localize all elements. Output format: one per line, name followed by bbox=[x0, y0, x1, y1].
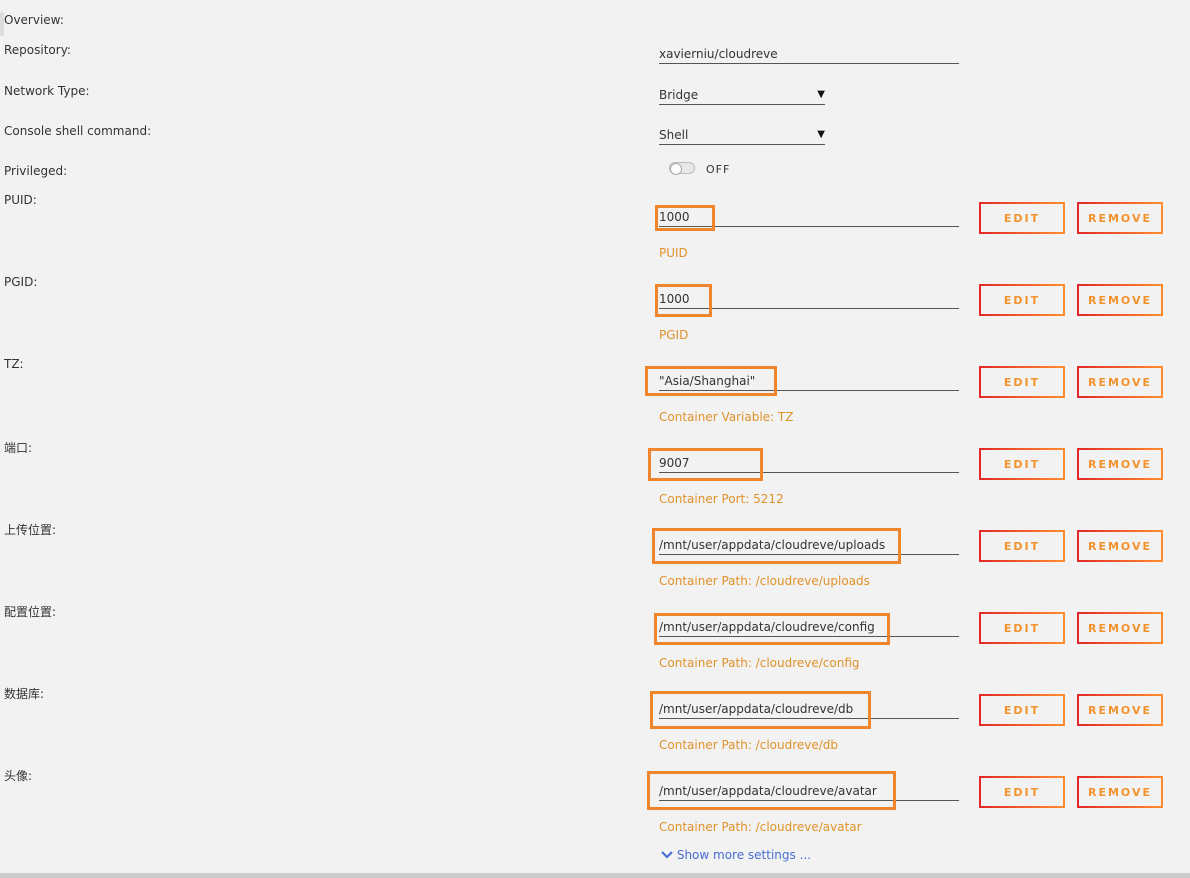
repository-input[interactable]: xavierniu/cloudreve bbox=[659, 47, 959, 64]
chevron-down-icon bbox=[661, 851, 673, 859]
edit-button[interactable]: EDIT bbox=[979, 284, 1065, 316]
row-sublabel: PUID bbox=[659, 246, 688, 260]
row-sublabel: Container Path: /cloudreve/config bbox=[659, 656, 860, 670]
row-label: PUID: bbox=[4, 193, 37, 207]
row-label: 数据库: bbox=[4, 687, 45, 701]
console-select[interactable]: Shell ▼ bbox=[659, 128, 825, 145]
remove-button[interactable]: REMOVE bbox=[1077, 530, 1163, 562]
remove-button[interactable]: REMOVE bbox=[1077, 776, 1163, 808]
remove-button[interactable]: REMOVE bbox=[1077, 202, 1163, 234]
highlight-box bbox=[652, 528, 901, 564]
row-sublabel: Container Port: 5212 bbox=[659, 492, 784, 506]
row-label: 头像: bbox=[4, 769, 33, 783]
remove-button[interactable]: REMOVE bbox=[1077, 284, 1163, 316]
row-sublabel: PGID bbox=[659, 328, 689, 342]
row-sublabel: Container Path: /cloudreve/uploads bbox=[659, 574, 870, 588]
row-label: PGID: bbox=[4, 275, 38, 289]
edit-button[interactable]: EDIT bbox=[979, 366, 1065, 398]
toggle-knob bbox=[670, 163, 682, 175]
highlight-box bbox=[647, 771, 896, 810]
overview-label: Overview: bbox=[4, 13, 64, 27]
highlight-box bbox=[648, 448, 763, 481]
console-label: Console shell command: bbox=[4, 124, 152, 138]
row-label: 端口: bbox=[4, 441, 33, 455]
highlight-box bbox=[645, 366, 777, 396]
highlight-box bbox=[655, 205, 715, 231]
edit-button[interactable]: EDIT bbox=[979, 202, 1065, 234]
row-label: TZ: bbox=[4, 357, 24, 371]
remove-button[interactable]: REMOVE bbox=[1077, 448, 1163, 480]
network-type-value: Bridge bbox=[659, 88, 699, 102]
highlight-box bbox=[655, 284, 712, 317]
dropdown-arrow-icon: ▼ bbox=[817, 129, 825, 140]
privileged-state: OFF bbox=[706, 163, 731, 176]
repository-label: Repository: bbox=[4, 43, 71, 57]
highlight-box bbox=[650, 691, 871, 729]
row-label: 上传位置: bbox=[4, 523, 57, 537]
edit-button[interactable]: EDIT bbox=[979, 694, 1065, 726]
network-type-select[interactable]: Bridge ▼ bbox=[659, 88, 825, 105]
row-sublabel: Container Variable: TZ bbox=[659, 410, 794, 424]
remove-button[interactable]: REMOVE bbox=[1077, 366, 1163, 398]
dropdown-arrow-icon: ▼ bbox=[817, 89, 825, 100]
show-more-link[interactable]: Show more settings ... bbox=[661, 848, 811, 862]
edit-button[interactable]: EDIT bbox=[979, 530, 1065, 562]
remove-button[interactable]: REMOVE bbox=[1077, 612, 1163, 644]
remove-button[interactable]: REMOVE bbox=[1077, 694, 1163, 726]
bottom-scrollbar[interactable] bbox=[0, 873, 1190, 878]
network-type-label: Network Type: bbox=[4, 84, 90, 98]
edit-button[interactable]: EDIT bbox=[979, 776, 1065, 808]
row-label: 配置位置: bbox=[4, 605, 57, 619]
console-value: Shell bbox=[659, 128, 689, 142]
privileged-toggle[interactable] bbox=[669, 162, 695, 175]
edit-button[interactable]: EDIT bbox=[979, 612, 1065, 644]
show-more-label: Show more settings ... bbox=[676, 848, 812, 862]
edit-button[interactable]: EDIT bbox=[979, 448, 1065, 480]
privileged-label: Privileged: bbox=[4, 164, 68, 178]
row-sublabel: Container Path: /cloudreve/avatar bbox=[659, 820, 862, 834]
highlight-box bbox=[654, 613, 890, 645]
row-sublabel: Container Path: /cloudreve/db bbox=[659, 738, 839, 752]
